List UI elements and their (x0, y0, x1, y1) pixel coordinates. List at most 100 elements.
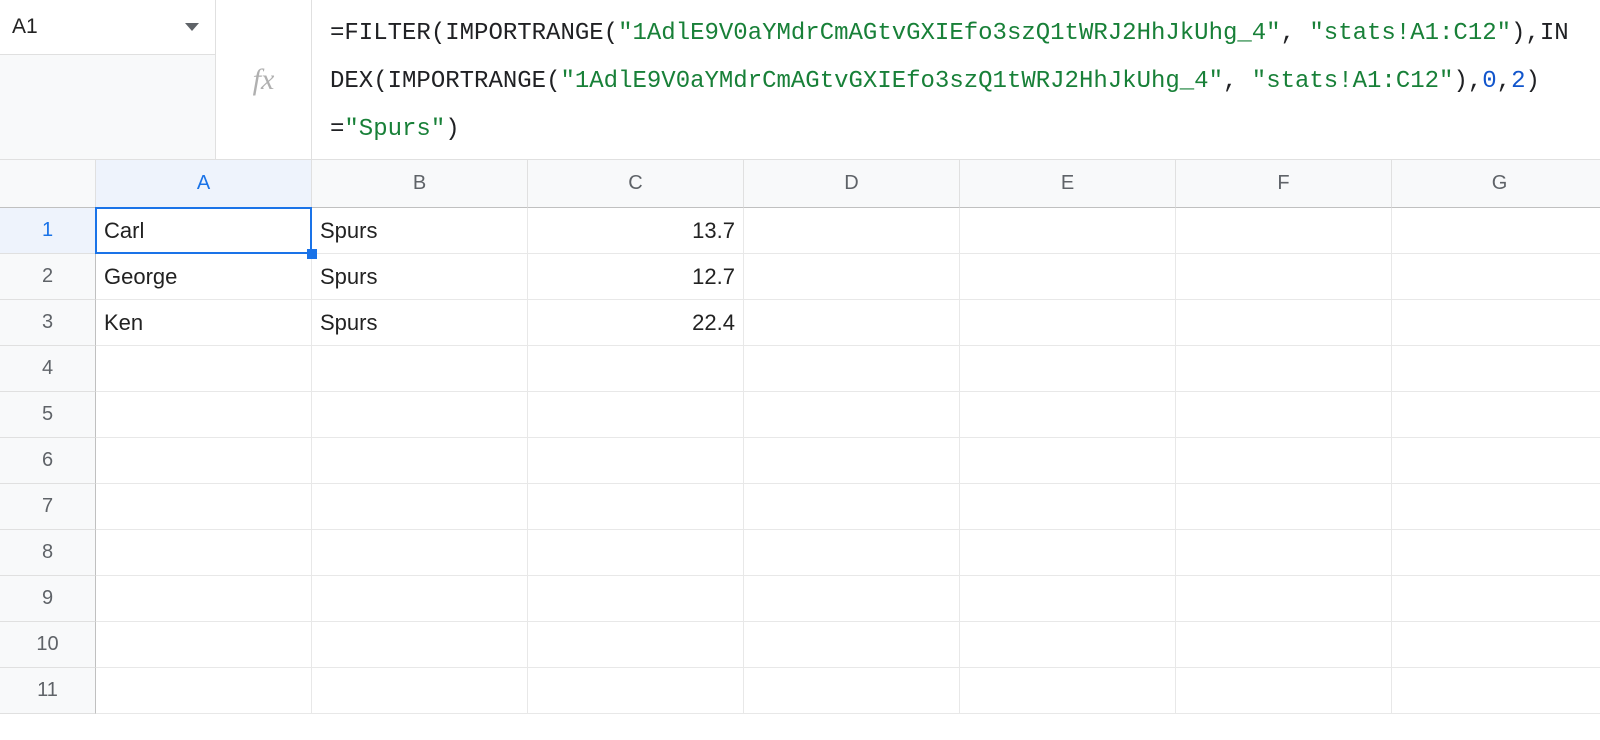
cell-E2[interactable] (960, 254, 1176, 300)
cell-C11[interactable] (528, 668, 744, 714)
cell-G7[interactable] (1392, 484, 1600, 530)
column-header-C[interactable]: C (528, 160, 744, 208)
row-header-2[interactable]: 2 (0, 254, 96, 300)
row-header-8[interactable]: 8 (0, 530, 96, 576)
cell-C3[interactable]: 22.4 (528, 300, 744, 346)
row-header-1[interactable]: 1 (0, 208, 96, 254)
cell-E11[interactable] (960, 668, 1176, 714)
row-header-3[interactable]: 3 (0, 300, 96, 346)
cell-G4[interactable] (1392, 346, 1600, 392)
cell-A5[interactable] (96, 392, 312, 438)
cell-G5[interactable] (1392, 392, 1600, 438)
cell-D6[interactable] (744, 438, 960, 484)
name-box[interactable]: A1 (0, 0, 215, 55)
cell-B3[interactable]: Spurs (312, 300, 528, 346)
cell-D8[interactable] (744, 530, 960, 576)
cell-A7[interactable] (96, 484, 312, 530)
row-header-7[interactable]: 7 (0, 484, 96, 530)
cell-E4[interactable] (960, 346, 1176, 392)
cell-A9[interactable] (96, 576, 312, 622)
cell-E5[interactable] (960, 392, 1176, 438)
row-header-6[interactable]: 6 (0, 438, 96, 484)
cell-B7[interactable] (312, 484, 528, 530)
formula-bar[interactable]: =FILTER(IMPORTRANGE("1AdlE9V0aYMdrCmAGtv… (312, 0, 1600, 159)
cell-F7[interactable] (1176, 484, 1392, 530)
cell-G8[interactable] (1392, 530, 1600, 576)
cell-G3[interactable] (1392, 300, 1600, 346)
cell-F1[interactable] (1176, 208, 1392, 254)
cell-D3[interactable] (744, 300, 960, 346)
cell-B11[interactable] (312, 668, 528, 714)
cell-F2[interactable] (1176, 254, 1392, 300)
row-header-10[interactable]: 10 (0, 622, 96, 668)
cell-E3[interactable] (960, 300, 1176, 346)
cell-A10[interactable] (96, 622, 312, 668)
cell-B6[interactable] (312, 438, 528, 484)
cell-C9[interactable] (528, 576, 744, 622)
cell-B2[interactable]: Spurs (312, 254, 528, 300)
cell-A6[interactable] (96, 438, 312, 484)
cell-A11[interactable] (96, 668, 312, 714)
cell-E8[interactable] (960, 530, 1176, 576)
chevron-down-icon[interactable] (185, 23, 199, 31)
cell-F4[interactable] (1176, 346, 1392, 392)
cell-A3[interactable]: Ken (96, 300, 312, 346)
cell-B1[interactable]: Spurs (312, 208, 528, 254)
column-header-G[interactable]: G (1392, 160, 1600, 208)
cell-B9[interactable] (312, 576, 528, 622)
row-header-4[interactable]: 4 (0, 346, 96, 392)
select-all-corner[interactable] (0, 160, 96, 208)
cell-D9[interactable] (744, 576, 960, 622)
cell-E9[interactable] (960, 576, 1176, 622)
cell-F6[interactable] (1176, 438, 1392, 484)
cell-E10[interactable] (960, 622, 1176, 668)
cell-A1[interactable]: Carl (96, 208, 312, 254)
cell-D10[interactable] (744, 622, 960, 668)
cell-C1[interactable]: 13.7 (528, 208, 744, 254)
column-header-B[interactable]: B (312, 160, 528, 208)
row-header-5[interactable]: 5 (0, 392, 96, 438)
cell-A8[interactable] (96, 530, 312, 576)
cell-D4[interactable] (744, 346, 960, 392)
row-header-9[interactable]: 9 (0, 576, 96, 622)
cells-area[interactable]: CarlSpurs13.7 GeorgeSpurs12.7 KenSpurs22.4 (96, 208, 1600, 714)
column-header-A[interactable]: A (96, 160, 312, 208)
cell-B10[interactable] (312, 622, 528, 668)
cell-F11[interactable] (1176, 668, 1392, 714)
cell-B8[interactable] (312, 530, 528, 576)
cell-C8[interactable] (528, 530, 744, 576)
cell-E6[interactable] (960, 438, 1176, 484)
cell-C10[interactable] (528, 622, 744, 668)
column-header-E[interactable]: E (960, 160, 1176, 208)
cell-C7[interactable] (528, 484, 744, 530)
cell-D1[interactable] (744, 208, 960, 254)
cell-G10[interactable] (1392, 622, 1600, 668)
cell-C2[interactable]: 12.7 (528, 254, 744, 300)
cell-A4[interactable] (96, 346, 312, 392)
cell-D11[interactable] (744, 668, 960, 714)
cell-F9[interactable] (1176, 576, 1392, 622)
cell-G2[interactable] (1392, 254, 1600, 300)
cell-C5[interactable] (528, 392, 744, 438)
cell-F5[interactable] (1176, 392, 1392, 438)
cell-G6[interactable] (1392, 438, 1600, 484)
cell-G9[interactable] (1392, 576, 1600, 622)
cell-G11[interactable] (1392, 668, 1600, 714)
cell-F3[interactable] (1176, 300, 1392, 346)
cell-C4[interactable] (528, 346, 744, 392)
row-header-11[interactable]: 11 (0, 668, 96, 714)
cell-B4[interactable] (312, 346, 528, 392)
cell-A2[interactable]: George (96, 254, 312, 300)
cell-D7[interactable] (744, 484, 960, 530)
cell-E1[interactable] (960, 208, 1176, 254)
cell-F10[interactable] (1176, 622, 1392, 668)
cell-B5[interactable] (312, 392, 528, 438)
cell-C6[interactable] (528, 438, 744, 484)
cell-E7[interactable] (960, 484, 1176, 530)
cell-F8[interactable] (1176, 530, 1392, 576)
column-header-D[interactable]: D (744, 160, 960, 208)
cell-G1[interactable] (1392, 208, 1600, 254)
cell-D5[interactable] (744, 392, 960, 438)
column-header-F[interactable]: F (1176, 160, 1392, 208)
cell-D2[interactable] (744, 254, 960, 300)
